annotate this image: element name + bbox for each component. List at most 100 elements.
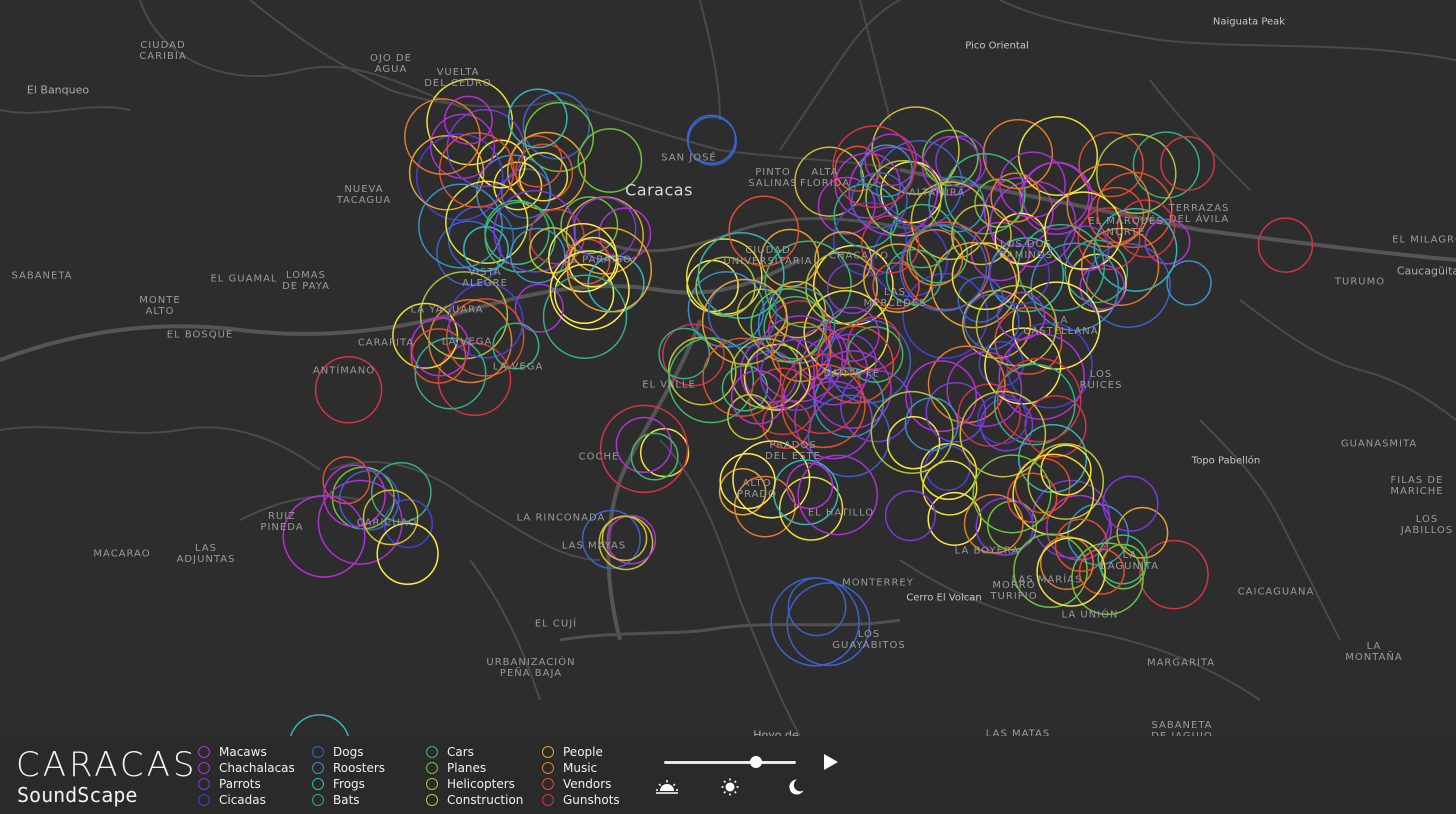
legend-item[interactable]: Planes (426, 760, 523, 776)
legend-item[interactable]: Dogs (312, 744, 385, 760)
sound-circle (523, 102, 595, 173)
play-button[interactable] (822, 752, 840, 772)
place-label: LA MONTAÑA (1345, 641, 1403, 663)
legend-item[interactable]: Macaws (198, 744, 295, 760)
legend-swatch-icon[interactable] (312, 746, 324, 758)
legend-column: Dogs Roosters Frogs Bats (312, 744, 385, 808)
legend-item[interactable]: People (542, 744, 620, 760)
place-label: MACARAO (93, 548, 151, 560)
legend-swatch-icon[interactable] (312, 794, 324, 806)
legend-swatch-icon[interactable] (542, 746, 554, 758)
legend-item[interactable]: Vendors (542, 776, 620, 792)
legend-swatch-icon[interactable] (542, 778, 554, 790)
place-label: El Banqueo (26, 83, 90, 97)
time-of-day-slider[interactable] (664, 754, 796, 770)
place-label: CIUDAD UNIVERSITARIA (723, 245, 813, 267)
sound-circle (554, 263, 615, 325)
legend-item[interactable]: Gunshots (542, 792, 620, 808)
legend-item[interactable]: Chachalacas (198, 760, 295, 776)
legend-swatch-icon[interactable] (312, 762, 324, 774)
legend-item[interactable]: Cars (426, 744, 523, 760)
place-label: SAN JOSÉ (661, 152, 717, 164)
sound-circle (770, 577, 860, 667)
place-label: LAS MERCEDES (863, 287, 927, 309)
place-label: LA VEGA (492, 361, 544, 373)
legend-swatch-icon[interactable] (198, 778, 210, 790)
place-label: EL MILAGRO (1392, 234, 1456, 246)
place-label: EL HATILLO (807, 507, 875, 519)
sound-circle (599, 404, 689, 494)
slider-thumb[interactable] (750, 756, 763, 768)
legend-item[interactable]: Parrots (198, 776, 295, 792)
sound-circles-layer (282, 78, 1314, 736)
place-label: EL VALLE (642, 379, 696, 391)
legend-swatch-icon[interactable] (312, 778, 324, 790)
place-label: LA VEGA (441, 336, 493, 348)
legend-swatch-icon[interactable] (542, 794, 554, 806)
place-label: LA UNIÓN (1061, 609, 1119, 621)
place-label: RUIZ PINEDA (260, 511, 304, 533)
legend-label: Parrots (219, 777, 261, 791)
legend-label: Construction (447, 793, 524, 807)
legend-item[interactable]: Music (542, 760, 620, 776)
place-label: SABANETA (11, 270, 73, 282)
legend-swatch-icon[interactable] (426, 778, 438, 790)
place-label: LAS MAYAS (561, 540, 627, 552)
sound-circle (905, 360, 978, 433)
sound-circle (1040, 444, 1092, 496)
place-label: LA BOYERA (954, 545, 1020, 557)
sunrise-icon[interactable] (655, 778, 679, 796)
sound-circle (1160, 136, 1216, 191)
map-svg[interactable] (0, 0, 1456, 736)
place-label: LOMAS DE PAYA (282, 270, 330, 292)
legend-column: Cars Planes Helicopters Construction (426, 744, 523, 808)
moon-icon[interactable] (783, 778, 807, 796)
legend-swatch-icon[interactable] (542, 762, 554, 774)
legend-item[interactable]: Construction (426, 792, 523, 808)
sound-circle (787, 577, 847, 637)
place-label: MORRO TURIPIO (990, 580, 1038, 602)
app-subtitle: SoundScape (17, 783, 138, 807)
legend-swatch-icon[interactable] (198, 746, 210, 758)
slider-track[interactable] (664, 761, 796, 764)
sound-circle (630, 432, 679, 481)
legend-item[interactable]: Cicadas (198, 792, 295, 808)
legend-swatch-icon[interactable] (426, 746, 438, 758)
sound-circle (290, 714, 349, 736)
place-label: GUANASMITA (1340, 438, 1418, 450)
legend-label: Cars (447, 745, 474, 759)
peak-label: Topo Pabellón (1191, 455, 1261, 467)
sun-icon[interactable] (718, 778, 742, 796)
place-label: EL GUAMAL (210, 273, 278, 285)
peak-label: Cerro El Volcan (906, 592, 982, 604)
legend-swatch-icon[interactable] (426, 762, 438, 774)
place-label: ALTA FLORIDA (799, 167, 851, 189)
legend-label: Macaws (219, 745, 267, 759)
place-label: EL CUJÍ (534, 618, 578, 630)
legend-item[interactable]: Helicopters (426, 776, 523, 792)
sound-circle (418, 183, 503, 269)
place-label: CARICUAO (356, 517, 418, 529)
sound-circle (446, 109, 525, 188)
legend-swatch-icon[interactable] (198, 762, 210, 774)
place-label: SANTA FE (823, 368, 881, 380)
place-label: LOS RUICES (1079, 369, 1123, 391)
town-label: Caucagüita (1396, 264, 1456, 278)
legend-swatch-icon[interactable] (198, 794, 210, 806)
legend-item[interactable]: Bats (312, 792, 385, 808)
legend-swatch-icon[interactable] (426, 794, 438, 806)
place-label: NUEVA TACAGUA (336, 184, 392, 206)
city-label-caracas: Caracas (625, 180, 693, 200)
legend-item[interactable]: Frogs (312, 776, 385, 792)
place-label: LA LAGUNITA (1100, 550, 1160, 572)
place-label: LA CASTELLANA (1023, 315, 1099, 337)
legend-label: Chachalacas (219, 761, 295, 775)
play-icon (824, 754, 838, 770)
legend-item[interactable]: Roosters (312, 760, 385, 776)
map-canvas[interactable]: Caracas CIUDAD CARIBIA El Banqueo OJO DE… (0, 0, 1456, 742)
sound-circle (963, 493, 1024, 554)
place-label: PRADOS DEL ESTE (765, 440, 821, 462)
place-label: OJO DE AGUA (370, 53, 412, 75)
place-label: LA RINCONADA (516, 512, 606, 524)
place-label: VUELTA DEL CEDRO (424, 67, 492, 89)
